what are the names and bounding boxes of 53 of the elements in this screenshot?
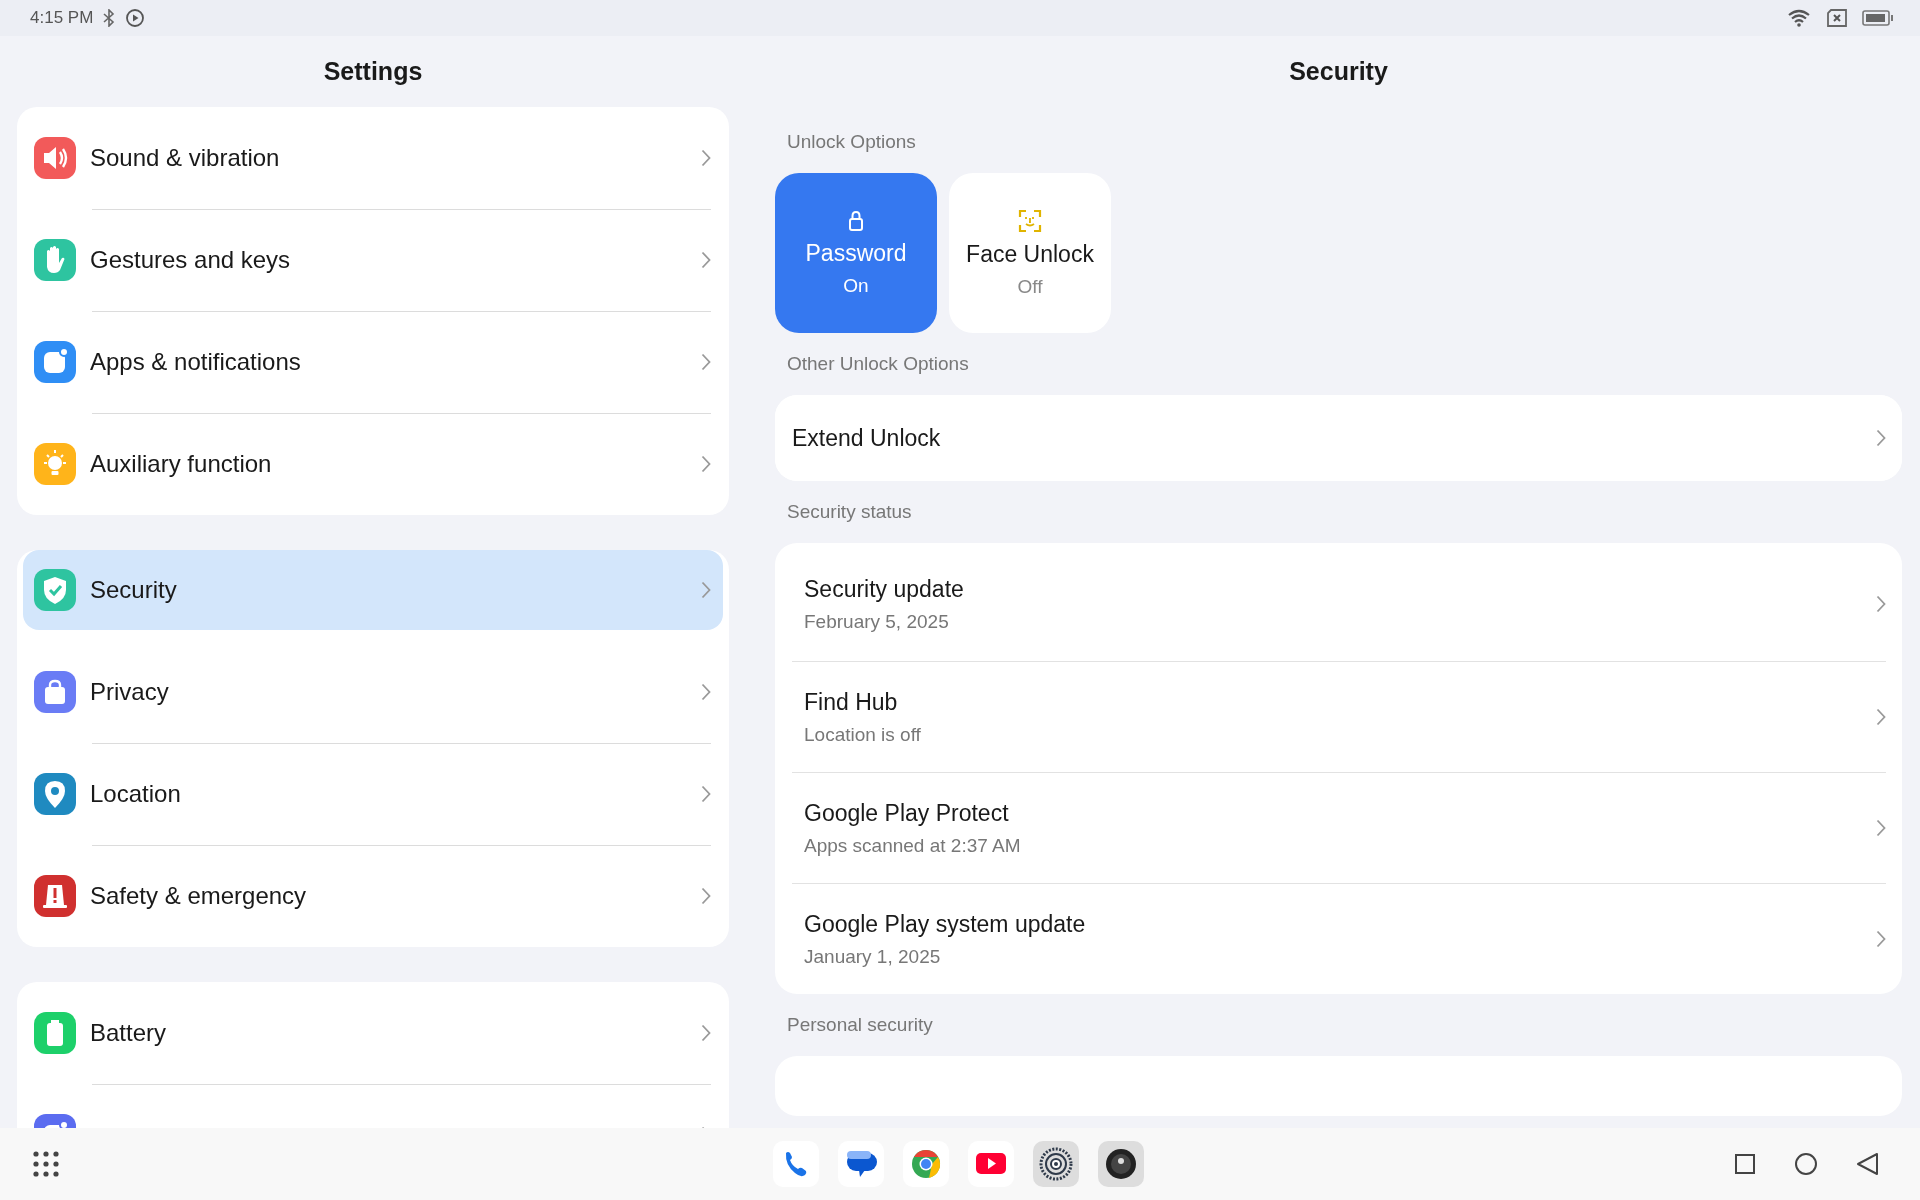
settings-item[interactable]: Sound & vibration bbox=[17, 107, 729, 209]
unlock-option-card[interactable]: Face Unlock Off bbox=[949, 173, 1111, 333]
chevron-right-icon bbox=[1876, 819, 1886, 837]
settings-item[interactable]: Battery bbox=[17, 982, 729, 1084]
chevron-right-icon bbox=[701, 785, 711, 803]
play-circle-icon bbox=[125, 8, 146, 28]
face-scan-icon bbox=[1018, 208, 1042, 233]
settings-item[interactable]: Security bbox=[23, 550, 723, 630]
settings-item[interactable]: Apps & notifications bbox=[17, 311, 729, 413]
chevron-right-icon bbox=[701, 455, 711, 473]
status-item[interactable]: Security update February 5, 2025 bbox=[792, 543, 1886, 661]
chevron-right-icon bbox=[701, 251, 711, 269]
lock-icon bbox=[848, 209, 864, 232]
battery-icon bbox=[1862, 9, 1894, 27]
phone-app-icon[interactable] bbox=[773, 1141, 819, 1187]
no-sim-icon bbox=[1826, 9, 1848, 27]
chevron-right-icon bbox=[701, 683, 711, 701]
section-heading: Personal security bbox=[786, 1013, 934, 1037]
page-title: Security bbox=[1289, 56, 1388, 87]
video-play-app-icon[interactable] bbox=[968, 1141, 1014, 1187]
chevron-right-icon bbox=[701, 353, 711, 371]
chevron-right-icon bbox=[1876, 595, 1886, 613]
unlock-option-card[interactable]: Password On bbox=[775, 173, 937, 333]
back-icon[interactable] bbox=[1856, 1152, 1880, 1176]
section-heading: Other Unlock Options bbox=[786, 352, 970, 376]
browser-app-icon[interactable] bbox=[903, 1141, 949, 1187]
settings-item[interactable]: Gestures and keys bbox=[17, 209, 729, 311]
page-title: Settings bbox=[323, 56, 423, 87]
section-heading: Security status bbox=[786, 500, 913, 524]
status-item[interactable]: Google Play Protect Apps scanned at 2:37 AM bbox=[792, 772, 1886, 883]
status-time: 4:15 PM bbox=[30, 8, 94, 28]
bluetooth-icon bbox=[103, 9, 116, 27]
chevron-right-icon bbox=[1876, 708, 1886, 726]
settings-item[interactable]: Safety & emergency bbox=[17, 845, 729, 947]
section-heading: Unlock Options bbox=[786, 130, 917, 154]
chevron-right-icon bbox=[701, 1024, 711, 1042]
chevron-right-icon bbox=[701, 887, 711, 905]
status-item[interactable]: Find Hub Location is off bbox=[792, 661, 1886, 772]
home-icon[interactable] bbox=[1794, 1152, 1818, 1176]
status-item[interactable]: Google Play system update January 1, 2025 bbox=[792, 883, 1886, 994]
chevron-right-icon bbox=[1876, 930, 1886, 948]
recents-icon[interactable] bbox=[1734, 1153, 1756, 1175]
settings-item[interactable]: Auxiliary function bbox=[17, 413, 729, 515]
chevron-right-icon bbox=[701, 149, 711, 167]
settings-item[interactable]: Privacy bbox=[17, 641, 729, 743]
chevron-right-icon bbox=[701, 581, 711, 599]
chevron-right-icon bbox=[1876, 429, 1886, 447]
gear-app-icon[interactable] bbox=[1033, 1141, 1079, 1187]
wifi-icon bbox=[1788, 9, 1812, 27]
app-drawer-icon[interactable] bbox=[32, 1150, 60, 1178]
camera-app-icon[interactable] bbox=[1098, 1141, 1144, 1187]
settings-item[interactable]: Location bbox=[17, 743, 729, 845]
chat-bubble-app-icon[interactable] bbox=[838, 1141, 884, 1187]
